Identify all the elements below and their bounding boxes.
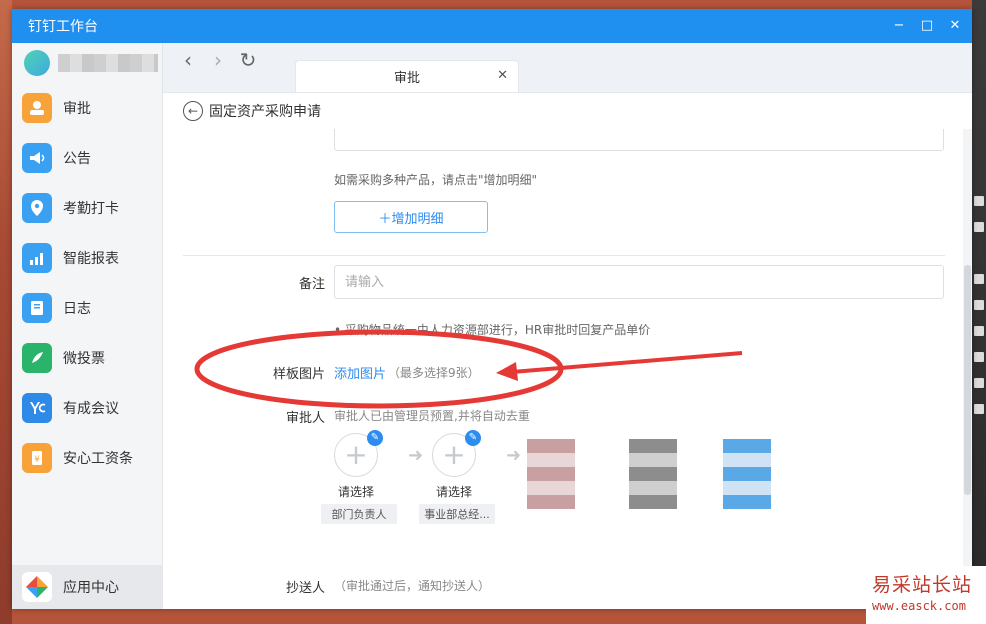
desktop-icon xyxy=(974,222,984,232)
tab-bar: ‹ › ↻ 审批 ✕ xyxy=(163,43,972,93)
sidebar-item-label: 有成会议 xyxy=(63,401,119,417)
approver-slot[interactable]: + ✎ 请选择 事业部总经... xyxy=(419,430,495,524)
back-arrow-icon[interactable]: ‹ xyxy=(179,48,197,72)
forward-arrow-icon[interactable]: › xyxy=(209,48,227,72)
page-title: 固定资产采购申请 xyxy=(209,104,321,120)
sidebar-item-app-center[interactable]: 应用中心 xyxy=(12,565,162,609)
sidebar-item-label: 微投票 xyxy=(63,351,105,367)
dingtalk-window: 钉钉工作台 − □ ✕ 审批 公告 考勤打卡 智能报表 日志 微投票 有成会议 … xyxy=(12,9,972,609)
add-image-link[interactable]: 添加图片 xyxy=(334,363,386,382)
maximize-button[interactable]: □ xyxy=(920,19,934,33)
tab-approval[interactable]: 审批 ✕ xyxy=(295,60,519,92)
sidebar: 审批 公告 考勤打卡 智能报表 日志 微投票 有成会议 ¥ 安心工资条 应用中心 xyxy=(12,43,163,609)
sidebar-item-meeting[interactable]: 有成会议 xyxy=(12,383,162,433)
meeting-icon xyxy=(22,393,52,423)
payslip-icon: ¥ xyxy=(22,443,52,473)
refresh-icon[interactable]: ↻ xyxy=(239,48,257,72)
sidebar-item-vote[interactable]: 微投票 xyxy=(12,333,162,383)
edit-pencil-icon: ✎ xyxy=(367,430,383,446)
desktop-icon xyxy=(974,352,984,362)
add-approver-icon[interactable]: + ✎ xyxy=(334,430,383,477)
cc-label: 抄送人 xyxy=(285,581,325,596)
notebook-icon xyxy=(22,293,52,323)
add-image-hint: （最多选择9张） xyxy=(388,366,480,380)
sidebar-item-label: 考勤打卡 xyxy=(63,201,119,217)
approver-role-badge: 事业部总经... xyxy=(419,504,495,524)
sidebar-item-attendance[interactable]: 考勤打卡 xyxy=(12,183,162,233)
approval-form: 如需采购多种产品，请点击"增加明细" ＋增加明细 备注 • 采购物品统一由人力资… xyxy=(163,129,963,609)
divider xyxy=(183,255,945,256)
site-watermark: 易采站长站 www.easck.com xyxy=(866,566,986,624)
approver-hint: 审批人已由管理员预置,并将自动去重 xyxy=(334,409,530,423)
watermark-url: www.easck.com xyxy=(872,599,966,613)
remark-label: 备注 xyxy=(298,277,325,292)
multi-product-hint: 如需采购多种产品，请点击"增加明细" xyxy=(334,173,538,187)
back-circle-icon[interactable]: ← xyxy=(183,101,203,121)
add-detail-button[interactable]: ＋增加明细 xyxy=(334,201,488,233)
approver-avatar-blurred xyxy=(723,439,771,509)
add-approver-icon[interactable]: + ✎ xyxy=(432,430,481,477)
sample-image-label: 样板图片 xyxy=(272,367,325,382)
scrollbar[interactable] xyxy=(963,129,972,609)
avatar xyxy=(24,50,50,76)
sidebar-item-label: 安心工资条 xyxy=(63,451,133,467)
approver-avatar-blurred xyxy=(527,439,575,509)
approver-label: 审批人 xyxy=(285,411,325,426)
sidebar-item-label: 公告 xyxy=(63,151,91,167)
close-button[interactable]: ✕ xyxy=(948,19,962,33)
page-header: ← 固定资产采购申请 xyxy=(163,93,972,129)
desktop-background-right xyxy=(972,0,986,624)
tab-label: 审批 xyxy=(393,71,420,86)
vote-icon xyxy=(22,343,52,373)
sidebar-item-payslip[interactable]: ¥ 安心工资条 xyxy=(12,433,162,483)
sidebar-item-label: 应用中心 xyxy=(63,580,119,596)
desktop-icon xyxy=(974,196,984,206)
tab-close-icon[interactable]: ✕ xyxy=(497,68,508,83)
sidebar-item-reports[interactable]: 智能报表 xyxy=(12,233,162,283)
app-center-icon xyxy=(22,572,52,602)
desktop-icon xyxy=(974,326,984,336)
desktop-icon xyxy=(974,274,984,284)
main-content: ‹ › ↻ 审批 ✕ ← 固定资产采购申请 如需采购多种产品，请点击"增加明细"… xyxy=(163,43,972,609)
sidebar-item-label: 智能报表 xyxy=(63,251,119,267)
window-title: 钉钉工作台 xyxy=(28,19,98,35)
minimize-button[interactable]: − xyxy=(892,19,906,33)
user-name-blurred xyxy=(58,54,158,72)
desktop-icon xyxy=(974,378,984,388)
approver-avatar-blurred xyxy=(629,439,677,509)
cc-hint: （审批通过后，通知抄送人） xyxy=(334,579,491,593)
previous-field-input[interactable] xyxy=(334,129,944,151)
desktop-icon xyxy=(974,404,984,414)
approver-slot-label: 请选择 xyxy=(435,485,472,499)
sidebar-item-label: 日志 xyxy=(63,301,91,317)
megaphone-icon xyxy=(22,143,52,173)
approver-slot[interactable]: + ✎ 请选择 部门负责人 xyxy=(321,430,397,524)
approver-role-badge: 部门负责人 xyxy=(321,504,397,524)
user-profile[interactable] xyxy=(12,43,162,83)
chart-icon xyxy=(22,243,52,273)
sidebar-item-log[interactable]: 日志 xyxy=(12,283,162,333)
svg-text:¥: ¥ xyxy=(34,455,40,465)
scrollbar-thumb[interactable] xyxy=(964,265,971,495)
location-pin-icon xyxy=(22,193,52,223)
flow-arrow-icon: ➜ xyxy=(506,445,522,466)
remark-input[interactable] xyxy=(334,265,944,299)
watermark-title: 易采站长站 xyxy=(872,574,973,596)
desktop-background-left xyxy=(0,0,12,624)
edit-pencil-icon: ✎ xyxy=(465,430,481,446)
window-titlebar: 钉钉工作台 − □ ✕ xyxy=(12,9,972,43)
approver-slot-label: 请选择 xyxy=(337,485,374,499)
sidebar-item-announcement[interactable]: 公告 xyxy=(12,133,162,183)
desktop-icon xyxy=(974,300,984,310)
sidebar-item-label: 审批 xyxy=(63,101,91,117)
procurement-note: • 采购物品统一由人力资源部进行，HR审批时回复产品单价 xyxy=(334,323,651,337)
sidebar-item-approval[interactable]: 审批 xyxy=(12,83,162,133)
approval-icon xyxy=(22,93,52,123)
